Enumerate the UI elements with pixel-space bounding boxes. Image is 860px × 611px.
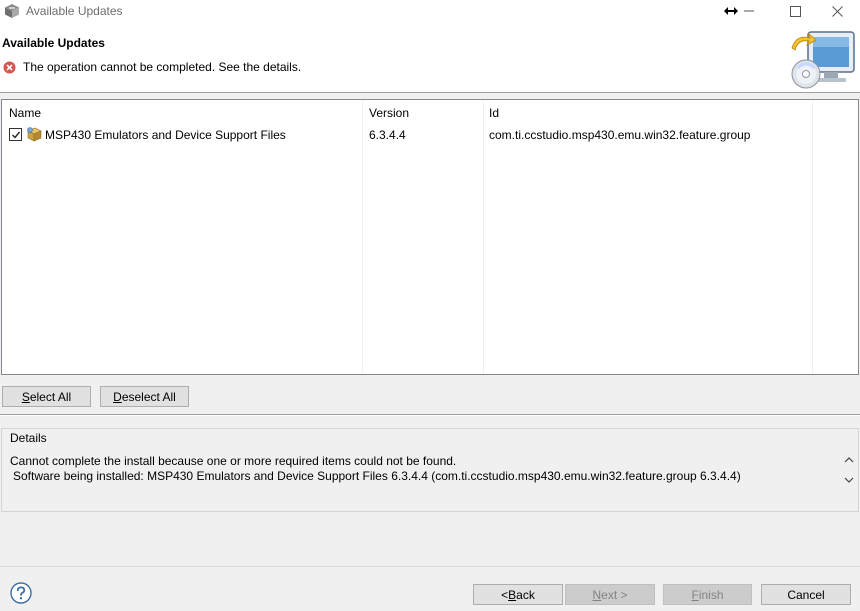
button-label-part: ack	[516, 587, 535, 602]
details-line-1: Cannot complete the install because one …	[10, 454, 457, 468]
button-label-part: eselect All	[121, 389, 176, 404]
updates-table: Name Version Id MSP430 Emulators and Dev…	[1, 99, 859, 375]
column-header-name[interactable]: Name	[9, 106, 41, 120]
maximize-button[interactable]	[772, 0, 818, 22]
mnemonic-key: D	[113, 389, 122, 404]
title-bar: Available Updates	[0, 0, 860, 22]
footer-separator	[0, 566, 860, 567]
install-monitor-cd-icon	[786, 30, 858, 90]
error-circle-icon	[3, 61, 16, 74]
mnemonic-key: S	[21, 389, 30, 404]
column-header-version[interactable]: Version	[369, 106, 409, 120]
details-label: Details	[10, 431, 47, 445]
divider	[0, 415, 860, 416]
row-checkbox[interactable]	[9, 128, 22, 141]
button-label-part: elect All	[29, 389, 72, 404]
row-version: 6.3.4.4	[369, 128, 406, 142]
minimize-button[interactable]	[726, 0, 772, 22]
eclipse-box-icon	[4, 3, 20, 19]
row-name: MSP430 Emulators and Device Support File…	[45, 128, 286, 142]
scroll-down-arrow-icon[interactable]	[843, 474, 855, 486]
details-line-2: Software being installed: MSP430 Emulato…	[13, 469, 741, 483]
feature-package-icon	[26, 126, 42, 142]
mnemonic-key: B	[508, 587, 517, 602]
button-label-part: inish	[698, 587, 724, 602]
error-message: The operation cannot be completed. See t…	[23, 60, 302, 74]
table-row[interactable]: MSP430 Emulators and Device Support File…	[2, 124, 858, 144]
page-title: Available Updates	[2, 36, 105, 50]
wizard-banner: Available Updates The operation cannot b…	[0, 22, 860, 93]
finish-button[interactable]: Finish	[663, 584, 752, 605]
details-text-area[interactable]: Cannot complete the install because one …	[3, 450, 855, 490]
row-id: com.ti.ccstudio.msp430.emu.win32.feature…	[489, 128, 751, 142]
button-label-part: ext >	[601, 587, 628, 602]
scroll-up-arrow-icon[interactable]	[843, 454, 855, 466]
window-title: Available Updates	[26, 4, 123, 18]
mnemonic-key: F	[691, 587, 699, 602]
next-button[interactable]: Next >	[565, 584, 655, 605]
help-question-icon[interactable]	[10, 582, 32, 604]
select-all-button[interactable]: Select All	[2, 386, 91, 407]
close-button[interactable]	[814, 0, 860, 22]
button-label-part: <	[501, 587, 509, 602]
cancel-button[interactable]: Cancel	[761, 584, 851, 605]
column-header-id[interactable]: Id	[489, 106, 499, 120]
deselect-all-button[interactable]: Deselect All	[100, 386, 189, 407]
mnemonic-key: N	[592, 587, 602, 602]
back-button[interactable]: < Back	[473, 584, 563, 605]
